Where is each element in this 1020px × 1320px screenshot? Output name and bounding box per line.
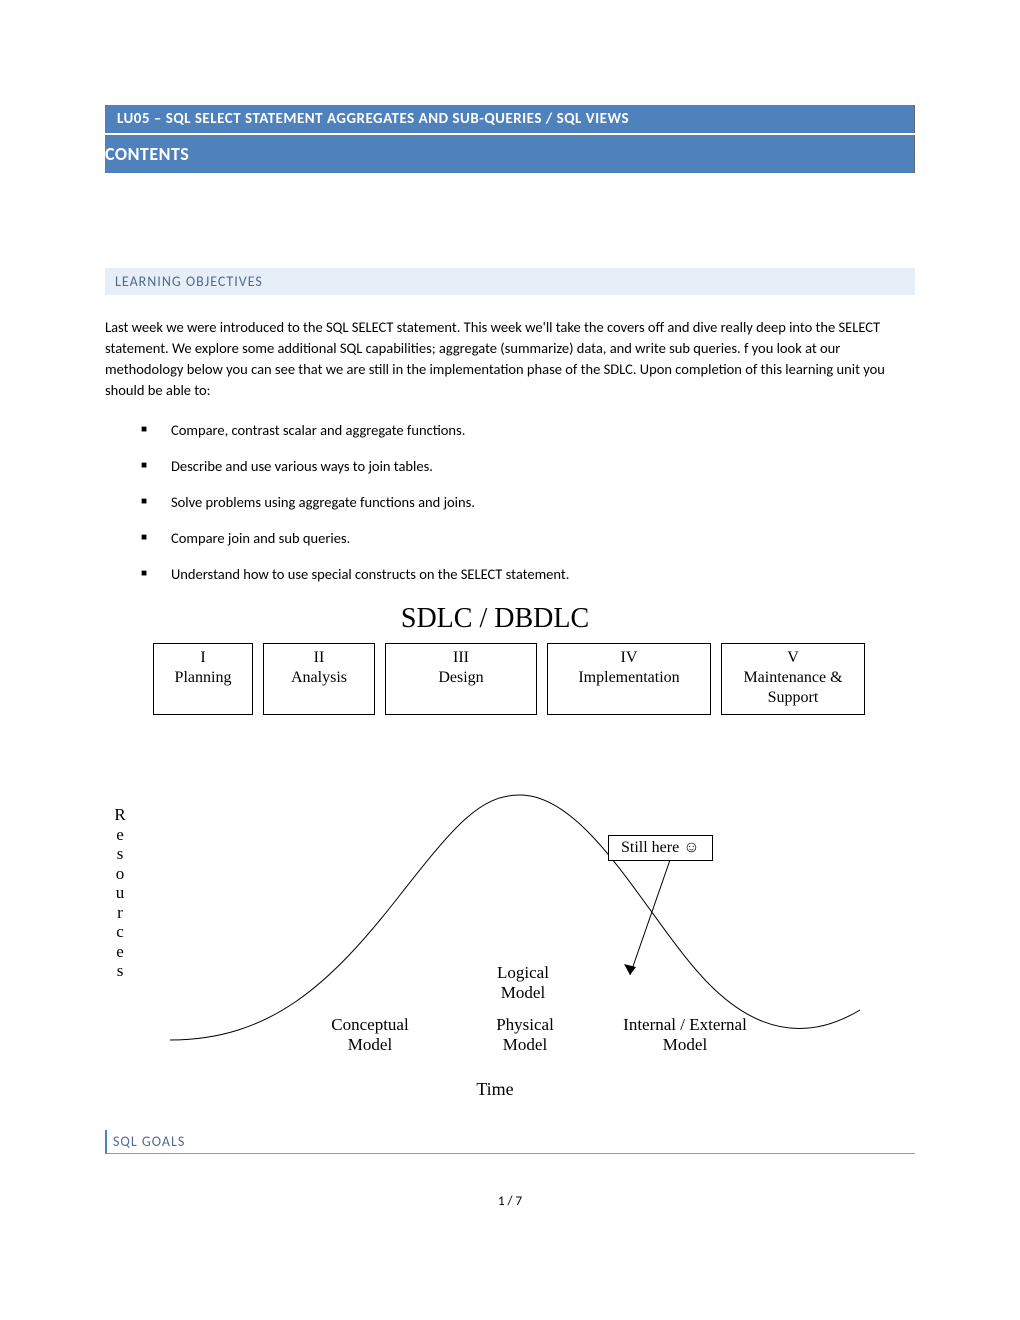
phase-implementation: IV Implementation (547, 643, 711, 715)
page-number: 1 / 7 (105, 1194, 915, 1209)
intro-paragraph: Last week we were introduced to the SQL … (105, 317, 915, 401)
phase-num: I (154, 648, 252, 668)
x-axis-label: Time (105, 1079, 885, 1100)
y-axis-label: Resources (105, 805, 135, 981)
phase-name: Design (386, 668, 536, 688)
list-item: Describe and use various ways to join ta… (141, 457, 915, 475)
phase-name: Implementation (548, 668, 710, 688)
phase-name: Analysis (264, 668, 374, 688)
objectives-list: Compare, contrast scalar and aggregate f… (141, 421, 915, 583)
label-logical-model: LogicalModel (483, 963, 563, 1004)
sdlc-diagram: SDLC / DBDLC I Planning II Analysis III … (105, 603, 885, 1100)
phase-name: Planning (154, 668, 252, 688)
contents-banner: CONTENTS (105, 135, 915, 173)
diagram-title: SDLC / DBDLC (105, 603, 885, 635)
annotation-still-here: Still here ☺ (608, 835, 713, 861)
phase-boxes: I Planning II Analysis III Design IV Imp… (153, 643, 885, 715)
sql-goals-heading: SQL GOALS (105, 1130, 915, 1154)
label-physical-model: PhysicalModel (485, 1015, 565, 1056)
list-item: Solve problems using aggregate functions… (141, 493, 915, 511)
phase-num: V (722, 648, 864, 668)
phase-design: III Design (385, 643, 537, 715)
chart-area: Resources Still here ☺ LogicalModel Conc… (105, 715, 885, 1075)
phase-num: II (264, 648, 374, 668)
phase-num: III (386, 648, 536, 668)
phase-num: IV (548, 648, 710, 668)
learning-objectives-heading: LEARNING OBJECTIVES (105, 268, 915, 295)
list-item: Compare, contrast scalar and aggregate f… (141, 421, 915, 439)
phase-maintenance: V Maintenance & Support (721, 643, 865, 715)
resource-curve (150, 715, 870, 1055)
label-internal-model: Internal / ExternalModel (605, 1015, 765, 1056)
label-conceptual-model: ConceptualModel (320, 1015, 420, 1056)
phase-analysis: II Analysis (263, 643, 375, 715)
phase-planning: I Planning (153, 643, 253, 715)
page-title-banner: LU05 – SQL SELECT STATEMENT AGGREGATES A… (105, 105, 915, 133)
list-item: Understand how to use special constructs… (141, 565, 915, 583)
list-item: Compare join and sub queries. (141, 529, 915, 547)
phase-name: Maintenance & Support (722, 668, 864, 708)
